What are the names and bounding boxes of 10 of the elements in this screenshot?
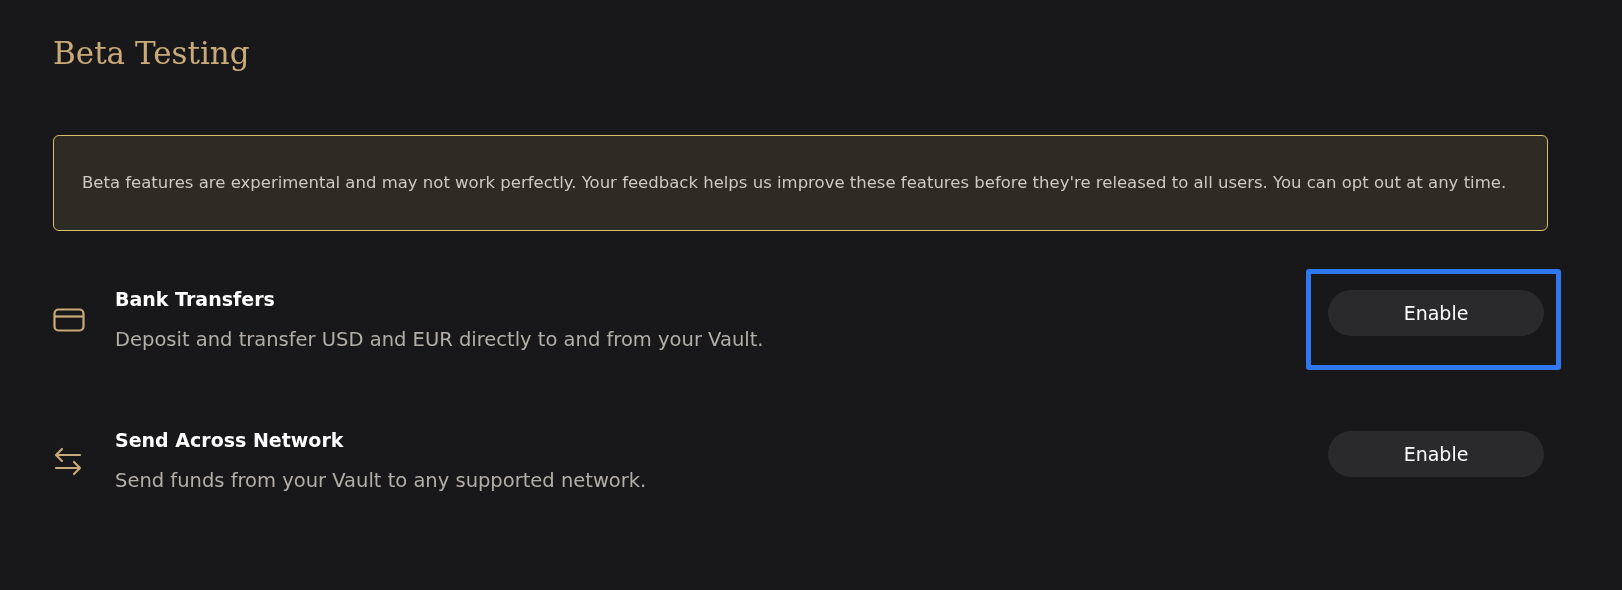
enable-button[interactable]: Enable <box>1328 431 1544 477</box>
feature-description: Deposit and transfer USD and EUR directly to and from your Vault. <box>115 326 765 353</box>
page-title: Beta Testing <box>53 34 251 73</box>
info-notice: Beta features are experimental and may not work perfectly. Your feedback helps us improve these features before they're released to all users. You can opt out at any time. <box>53 135 1548 231</box>
feature-title: Bank Transfers <box>115 286 276 312</box>
enable-button[interactable]: Enable <box>1328 290 1544 336</box>
feature-title: Send Across Network <box>115 427 345 453</box>
swap-arrows-icon <box>53 445 83 476</box>
card-icon <box>53 307 85 332</box>
feature-description: Send funds from your Vault to any supported network. <box>115 467 648 494</box>
